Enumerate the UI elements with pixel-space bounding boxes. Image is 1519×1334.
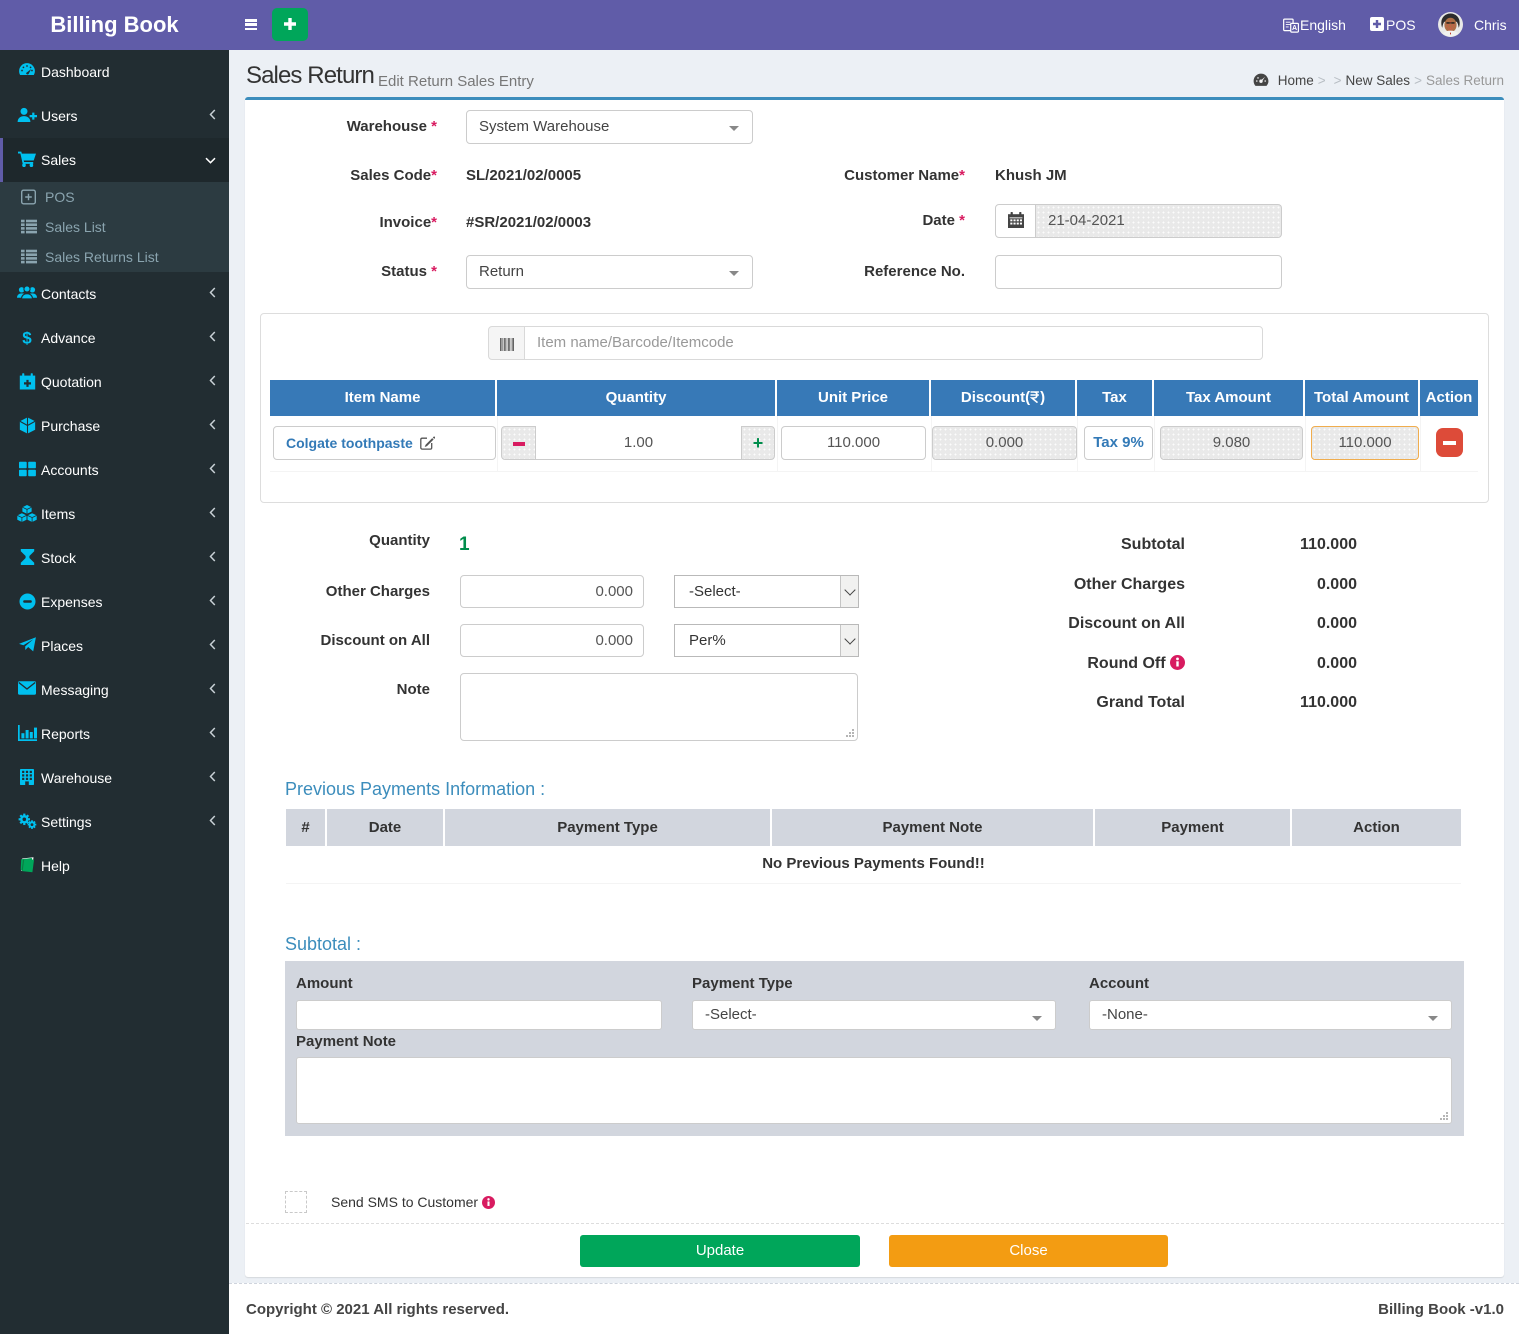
svg-text:$: $ (22, 329, 32, 347)
svg-text:A: A (1292, 25, 1297, 32)
